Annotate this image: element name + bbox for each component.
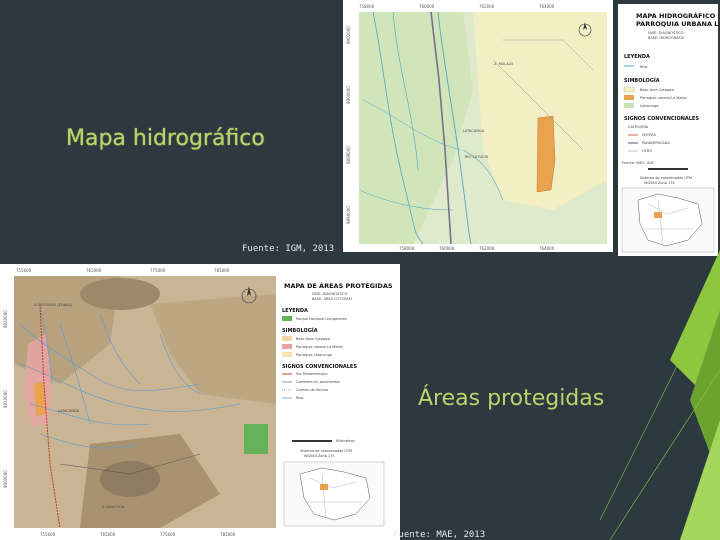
coord-top-4: 764000 [539,4,555,9]
areas-coord-bottom-1: 755000 [40,532,56,537]
coord-bottom-2: 760000 [439,246,455,251]
hydro-simbologia: SIMBOLOGÍA [624,76,660,84]
coord-left-2: 9900000 [346,86,351,104]
hydro-map-frame: Z. MULALO LATACUNGA RIO CUTUCHI 758000 7… [343,0,613,252]
areas-coord-top-2: 765000 [86,268,102,273]
label-quilotoa: V. QUILOTOA [102,505,125,509]
areas-legend-parque: Parque Nacional Llanganates [296,317,347,321]
areas-scale-label: Kilómetros [336,439,355,443]
source-igm: Fuente: IGM, 2013 [242,244,335,254]
areas-legend-base: Base Área Cotopaxi [296,336,330,341]
areas-map: V. COTOPAXI (ZONAS) LATACUNGA V. QUILOTO… [0,264,400,540]
coord-bottom-1: 758000 [399,246,415,251]
areas-coord-top-1: 755000 [16,268,32,273]
areas-signos: SIGNOS CONVENCIONALES [282,364,357,370]
decorative-accent-triangles [600,250,720,540]
areas-legend-camino: Camino de Verano [296,388,328,392]
areas-simbologia: SIMBOLOGÍA [282,326,318,334]
areas-legend-lata: Parroquia Latacunga [296,353,332,357]
areas-legend-carretera: Carretera sin pavimentar [296,380,341,384]
label-cotopaxi: V. COTOPAXI (ZONAS) [34,303,73,307]
hydro-categoria: CATEGORÍA [628,124,649,129]
slide-title-hidro: Mapa hidrográfico [66,126,265,151]
hydro-signos: SIGNOS CONVENCIONALES [624,116,699,122]
source-mae: Fuente: MAE, 2013 [393,530,486,540]
areas-datum: WGS84 Zona 17S [304,454,335,458]
coord-top-3: 762000 [479,4,495,9]
hydro-otro: OTRO [642,149,652,153]
label-latacunga: LATACUNGA [463,129,485,133]
areas-leyenda: LEYENDA [282,308,308,314]
label-mulalo: Z. MULALO [494,62,513,66]
hydro-fuente: Fuente: INEC, IGM [622,161,654,165]
areas-legend-matriz: Parroquia urbana La Matriz [296,345,343,349]
coord-top-1: 758000 [359,4,375,9]
hydro-legend-rios: Ríos [640,65,648,69]
areas-legend-via: Vía Panamericana [296,372,328,376]
areas-legend-sub-2: BASE: ÁREA COTOPAXI [312,296,352,301]
hydro-datum: WGS84 Zona 17S [644,181,675,185]
areas-coord-top-3: 775000 [150,268,166,273]
coord-left-4: 9896000 [346,206,351,224]
areas-coord-left-3: 9900000 [3,470,8,488]
hydro-legend-title-1: MAPA HIDROGRÁFICO [636,11,716,20]
areas-legend-rios: Ríos [296,396,304,400]
coord-left-1: 9902000 [346,26,351,44]
label-cutuchi: RIO CUTUCHI [465,155,488,159]
hydro-legend-title-2: PARROQUIA URBANA LA MATRIZ [636,20,718,28]
areas-legend-sub-1: FASE: DIAGNÓSTICO [312,291,348,296]
areas-legend-title: MAPA DE ÁREAS PROTEGIDAS [284,281,393,290]
hydro-sistema: Sistema de coordenadas UTM [640,176,692,180]
coord-top-2: 760000 [419,4,435,9]
hydro-legend-sub-1: FASE: DIAGNÓSTICO [648,30,684,35]
hydro-leyenda: LEYENDA [624,54,650,60]
slide-title-areas: Áreas protegidas [418,386,605,411]
hydro-legend: MAPA HIDROGRÁFICO PARROQUIA URBANA LA MA… [618,4,718,256]
label-latacunga-areas: LATACUNGA [58,409,80,413]
areas-coord-left-1: 9920000 [3,310,8,328]
areas-sistema: Sistema de coordenadas UTM [300,449,352,453]
areas-coord-bottom-3: 775000 [160,532,176,537]
hydro-legend-matriz: Parroquia urbana La Matriz [640,96,687,100]
hydro-legend-latacunga: Latacunga [640,104,658,108]
coord-left-3: 9898000 [346,146,351,164]
coord-bottom-3: 762000 [479,246,495,251]
areas-coord-left-2: 9910000 [3,390,8,408]
hydro-legend-panel: MAPA HIDROGRÁFICO PARROQUIA URBANA LA MA… [618,4,718,256]
hydro-panamericana: PANAMERICANA [642,141,670,145]
areas-coord-top-4: 785000 [214,268,230,273]
areas-coord-bottom-4: 785000 [220,532,236,537]
hydro-legend-sub-2: BASE: HIDROGRAFÍA [648,35,685,40]
hydro-legend-base: Base Área Cotopaxi [640,87,674,92]
hydro-entera: ENTERA [642,133,656,137]
areas-coord-bottom-2: 765000 [100,532,116,537]
coord-bottom-4: 764000 [539,246,555,251]
hydro-map: Z. MULALO LATACUNGA RIO CUTUCHI 758000 7… [343,0,613,252]
areas-map-frame: V. COTOPAXI (ZONAS) LATACUNGA V. QUILOTO… [0,264,400,540]
